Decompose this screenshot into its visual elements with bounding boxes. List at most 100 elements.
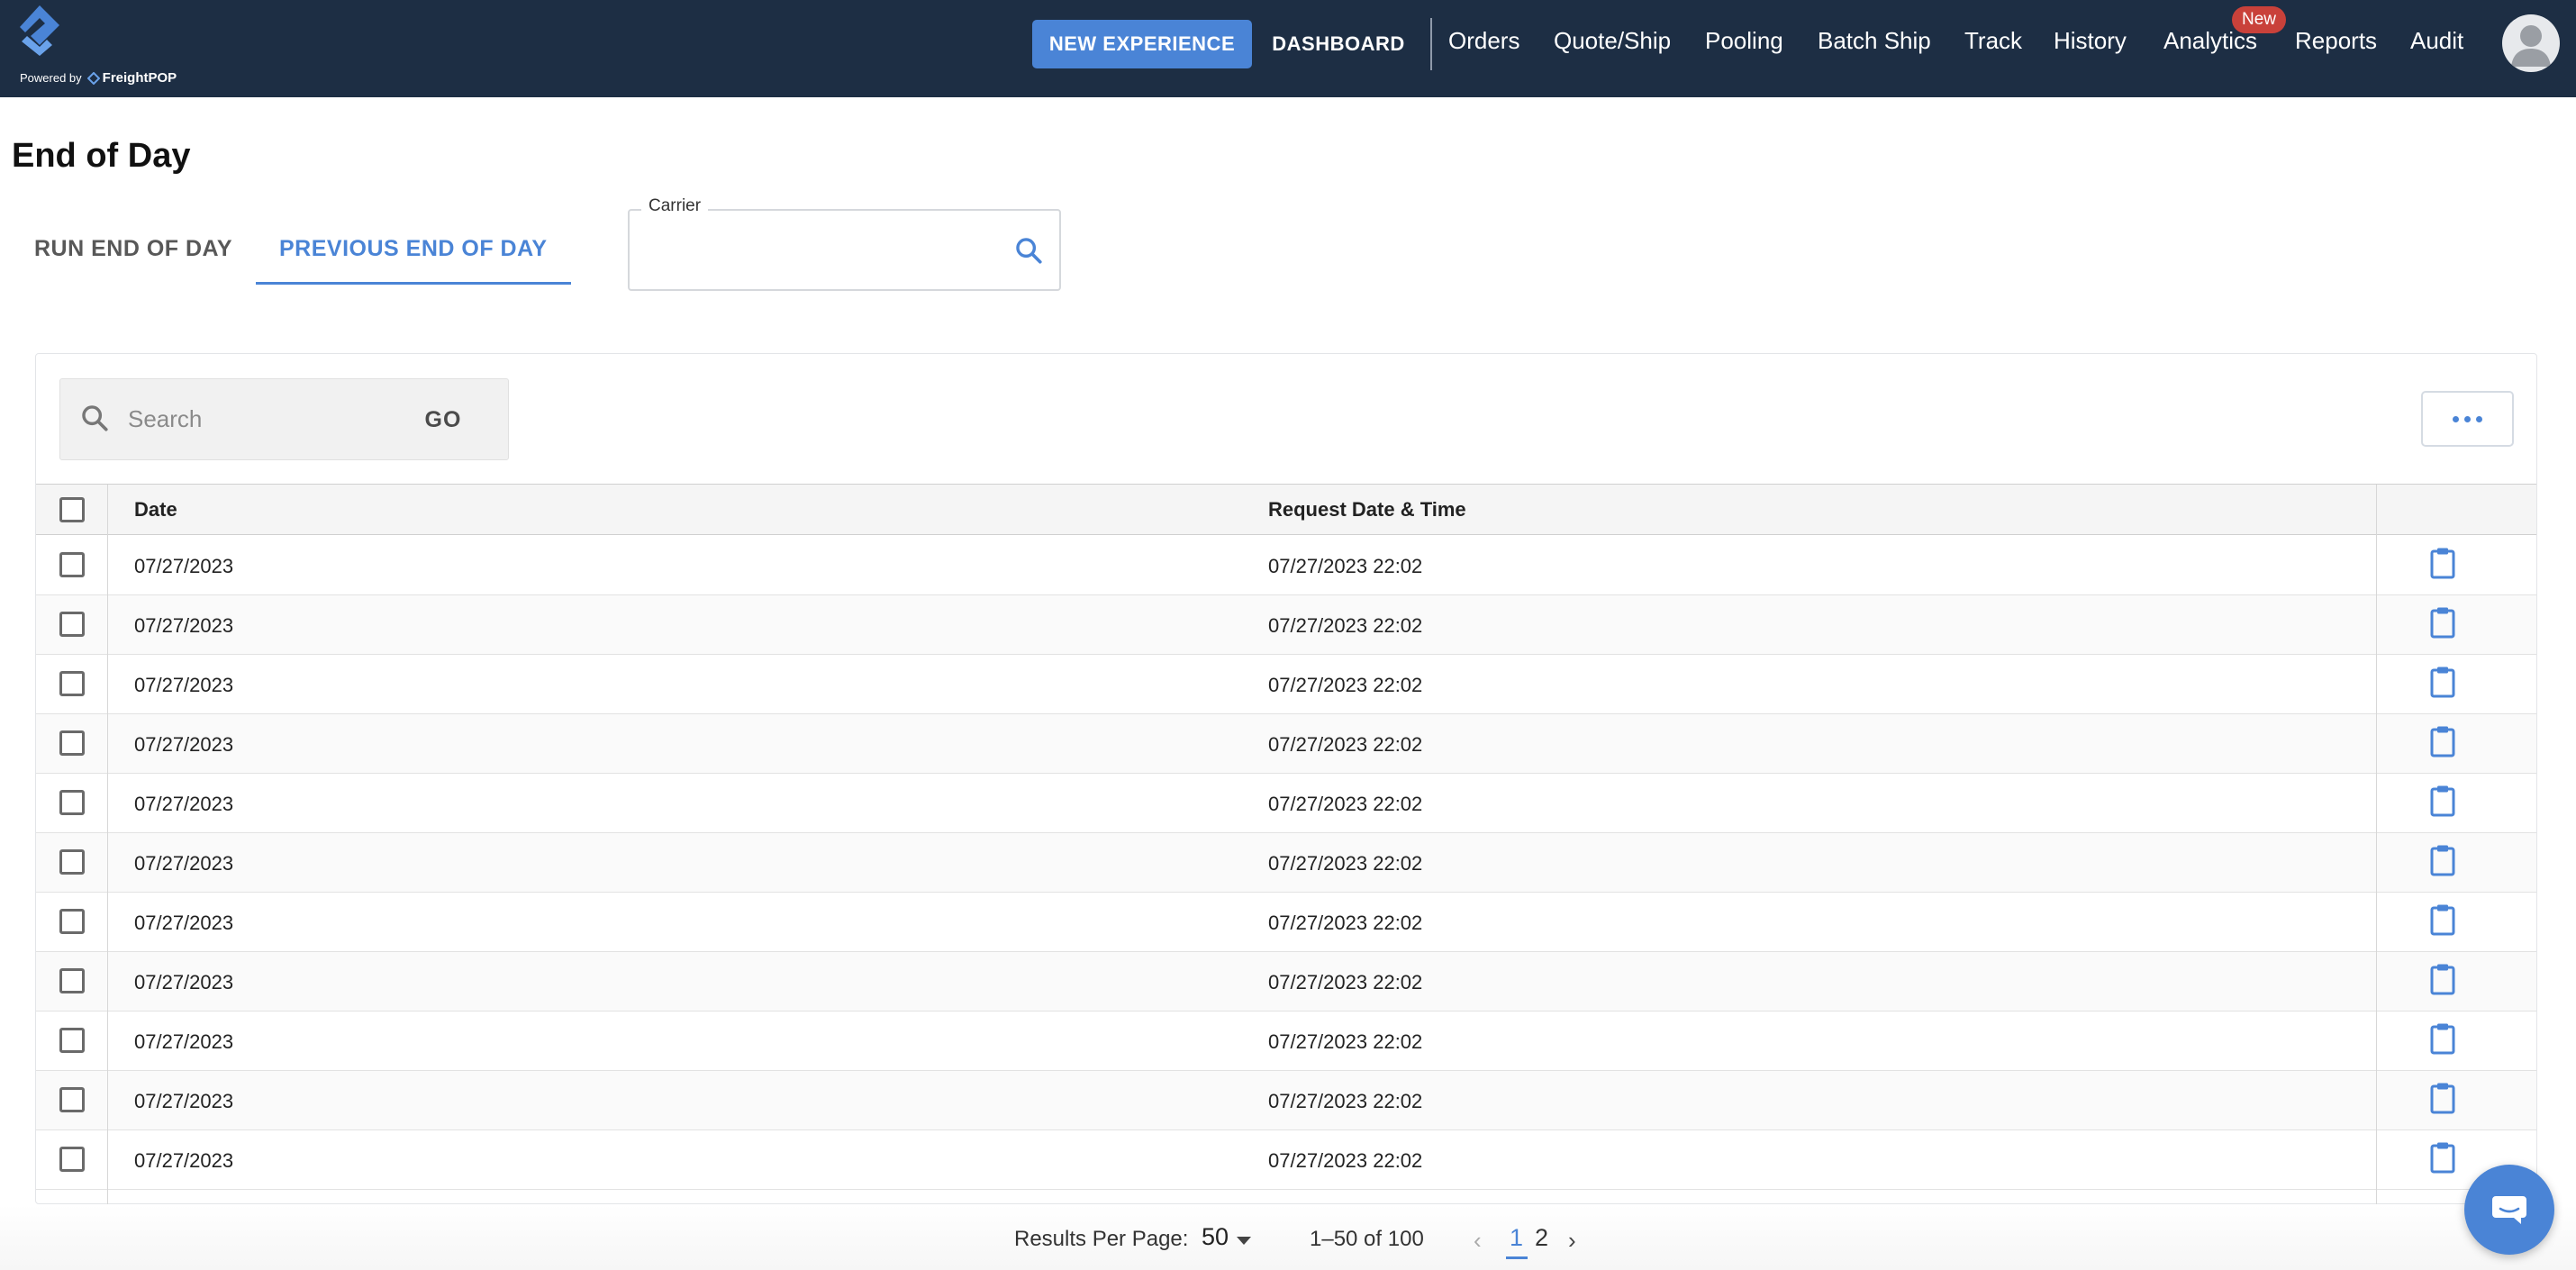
nav-item-reports[interactable]: Reports: [2295, 27, 2377, 55]
new-experience-button[interactable]: NEW EXPERIENCE: [1032, 20, 1252, 68]
clipboard-icon[interactable]: [2429, 785, 2456, 817]
caret-down-icon[interactable]: [1237, 1237, 1251, 1245]
current-page-indicator: [1506, 1256, 1528, 1259]
column-header-request-date-time[interactable]: Request Date & Time: [1268, 498, 1466, 522]
active-tab-indicator: [256, 282, 571, 285]
request-date-time-cell: 07/27/2023 22:02: [1268, 971, 1423, 993]
date-cell: 07/27/2023: [134, 674, 234, 696]
nav-item-batch-ship[interactable]: Batch Ship: [1818, 27, 1931, 55]
row-checkbox[interactable]: [59, 790, 85, 815]
request-date-time-cell: 07/27/2023 22:02: [1268, 912, 1423, 934]
chat-icon: [2492, 1196, 2526, 1224]
table-row[interactable]: 07/27/2023 07/27/2023 22:02: [36, 536, 2536, 595]
clipboard-icon[interactable]: [2429, 903, 2456, 936]
powered-by-text: Powered by: [20, 71, 82, 85]
results-range: 1–50 of 100: [1310, 1227, 1424, 1251]
table-row[interactable]: 07/27/2023 07/27/2023 22:02: [36, 952, 2536, 1011]
request-date-time-cell: 07/27/2023 22:02: [1268, 674, 1423, 696]
date-cell: 07/27/2023: [134, 555, 234, 577]
clipboard-icon[interactable]: [2429, 1141, 2456, 1174]
request-date-time-cell: 07/27/2023 22:02: [1268, 1030, 1423, 1053]
table-row[interactable]: 07/27/2023 07/27/2023 22:02: [36, 774, 2536, 833]
table-row[interactable]: 07/27/2023 07/27/2023 22:02: [36, 1071, 2536, 1130]
more-options-button[interactable]: [2421, 391, 2514, 447]
table-row[interactable]: 07/27/2023 07/27/2023 22:02: [36, 893, 2536, 952]
clipboard-icon[interactable]: [2429, 666, 2456, 698]
page-1-link[interactable]: 1: [1510, 1224, 1523, 1252]
more-dot-icon: [2464, 415, 2471, 422]
row-checkbox[interactable]: [59, 552, 85, 577]
results-per-page-select[interactable]: 50: [1202, 1223, 1229, 1251]
tab-run-end-of-day[interactable]: RUN END OF DAY: [34, 236, 232, 262]
row-checkbox[interactable]: [59, 1028, 85, 1053]
nav-item-history[interactable]: History: [2054, 27, 2127, 55]
date-cell: 07/27/2023: [134, 1149, 234, 1172]
user-avatar[interactable]: [2502, 14, 2560, 72]
table-row[interactable]: 07/27/2023 07/27/2023 22:02: [36, 714, 2536, 774]
row-checkbox[interactable]: [59, 1087, 85, 1112]
search-input[interactable]: [128, 396, 398, 441]
nav-item-quote-ship[interactable]: Quote/Ship: [1554, 27, 1671, 55]
date-cell: 07/27/2023: [134, 1030, 234, 1053]
column-divider: [2376, 485, 2377, 1204]
brand-diamond-icon: [86, 71, 100, 85]
nav-item-pooling[interactable]: Pooling: [1705, 27, 1783, 55]
request-date-time-cell: 07/27/2023 22:02: [1268, 614, 1423, 637]
brand-name: FreightPOP: [86, 70, 177, 86]
tab-previous-end-of-day[interactable]: PREVIOUS END OF DAY: [279, 236, 548, 262]
date-cell: 07/27/2023: [134, 912, 234, 934]
clipboard-icon[interactable]: [2429, 725, 2456, 757]
row-checkbox[interactable]: [59, 968, 85, 993]
row-checkbox[interactable]: [59, 909, 85, 934]
page-title: End of Day: [12, 137, 191, 175]
column-divider: [107, 485, 108, 1204]
date-cell: 07/27/2023: [134, 793, 234, 815]
more-dot-icon: [2476, 415, 2482, 422]
clipboard-icon[interactable]: [2429, 963, 2456, 995]
clipboard-icon[interactable]: [2429, 1082, 2456, 1114]
results-per-page-label: Results Per Page:: [1014, 1227, 1189, 1251]
select-all-checkbox[interactable]: [59, 497, 85, 522]
row-checkbox[interactable]: [59, 730, 85, 756]
clipboard-icon[interactable]: [2429, 1022, 2456, 1055]
new-badge: New: [2232, 6, 2286, 33]
user-icon: [2511, 25, 2551, 67]
row-checkbox[interactable]: [59, 849, 85, 875]
end-of-day-table: Date Request Date & Time 07/27/2023 07/27…: [36, 484, 2536, 1204]
table-row[interactable]: 07/27/2023 07/27/2023 22:02: [36, 595, 2536, 655]
chevron-right-icon[interactable]: ›: [1568, 1227, 1576, 1255]
go-button[interactable]: GO: [416, 400, 470, 440]
chat-button[interactable]: [2464, 1165, 2554, 1255]
brand-text: FreightPOP: [102, 70, 177, 86]
clipboard-icon[interactable]: [2429, 547, 2456, 579]
dashboard-button[interactable]: DASHBOARD: [1265, 20, 1412, 68]
column-header-date[interactable]: Date: [134, 498, 177, 522]
row-checkbox[interactable]: [59, 612, 85, 637]
carrier-input[interactable]: [643, 227, 1003, 272]
carrier-label: Carrier: [641, 196, 709, 216]
clipboard-icon[interactable]: [2429, 844, 2456, 876]
date-cell: 07/27/2023: [134, 614, 234, 637]
page-2-link[interactable]: 2: [1535, 1224, 1548, 1252]
table-row[interactable]: 07/27/2023 07/27/2023 22:02: [36, 1011, 2536, 1071]
table-row[interactable]: 07/27/2023 07/27/2023 22:02: [36, 833, 2536, 893]
request-date-time-cell: 07/27/2023 22:02: [1268, 1149, 1423, 1172]
request-date-time-cell: 07/27/2023 22:02: [1268, 555, 1423, 577]
nav-item-orders[interactable]: Orders: [1448, 27, 1519, 55]
nav-item-audit[interactable]: Audit: [2410, 27, 2463, 55]
row-checkbox[interactable]: [59, 1147, 85, 1172]
freightpop-logo[interactable]: [13, 2, 70, 59]
search-icon[interactable]: [1013, 235, 1044, 266]
pagination-bar: [0, 1205, 2576, 1270]
chevron-left-icon[interactable]: ‹: [1474, 1227, 1482, 1255]
table-row[interactable]: 07/27/2023 07/27/2023 22:02: [36, 1130, 2536, 1190]
clipboard-icon[interactable]: [2429, 606, 2456, 639]
search-icon: [82, 405, 108, 431]
request-date-time-cell: 07/27/2023 22:02: [1268, 793, 1423, 815]
nav-item-track[interactable]: Track: [1964, 27, 2022, 55]
row-checkbox[interactable]: [59, 671, 85, 696]
date-cell: 07/27/2023: [134, 733, 234, 756]
table-row[interactable]: 07/27/2023 07/27/2023 22:02: [36, 655, 2536, 714]
request-date-time-cell: 07/27/2023 22:02: [1268, 1090, 1423, 1112]
powered-by-label: Powered by FreightPOP: [20, 70, 177, 86]
